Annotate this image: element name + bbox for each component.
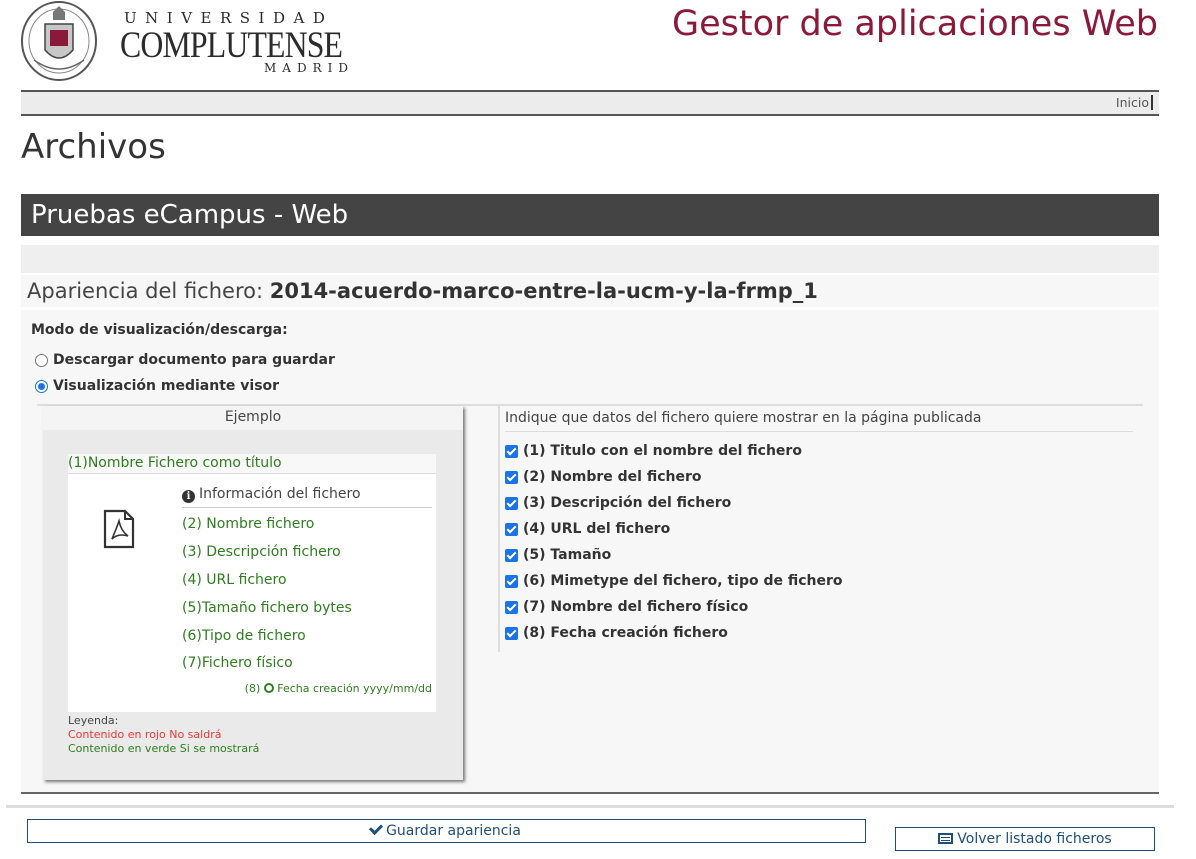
pdf-file-icon bbox=[103, 509, 135, 549]
info-icon: i bbox=[182, 490, 195, 503]
option-label: (3) Descripción del fichero bbox=[523, 495, 732, 511]
university-seal-icon bbox=[21, 1, 97, 81]
checkbox[interactable] bbox=[505, 444, 518, 458]
option-physical-name[interactable]: (7) Nombre del fichero físico bbox=[505, 599, 748, 615]
mode-option-download[interactable]: Descargar documento para guardar bbox=[35, 352, 335, 368]
example-date-prefix: (8) bbox=[244, 682, 261, 695]
checkbox[interactable] bbox=[505, 600, 518, 614]
example-title: Ejemplo bbox=[43, 406, 463, 430]
display-options: Indique que datos del fichero quiere mos… bbox=[498, 406, 1138, 652]
checkbox[interactable] bbox=[505, 496, 518, 510]
file-appearance-heading: Apariencia del fichero: 2014-acuerdo-mar… bbox=[21, 275, 1159, 307]
option-label: (5) Tamaño bbox=[523, 547, 612, 563]
legend-green: Contenido en verde Si se mostrará bbox=[68, 742, 260, 755]
logo-text-madrid: MADRID bbox=[264, 61, 354, 75]
app-title: Gestor de aplicaciones Web bbox=[672, 4, 1158, 44]
checkbox[interactable] bbox=[505, 522, 518, 536]
checkbox[interactable] bbox=[505, 470, 518, 484]
checkbox[interactable] bbox=[505, 548, 518, 562]
legend-title: Leyenda: bbox=[68, 714, 119, 727]
example-preview: Ejemplo (1)Nombre Fichero como título iI… bbox=[43, 406, 463, 780]
info-heading: i Información del fichero bbox=[182, 486, 432, 508]
legend-red: Contenido en rojo No saldrá bbox=[68, 728, 222, 741]
file-appearance-label: Apariencia del fichero: bbox=[27, 279, 264, 303]
list-icon bbox=[938, 833, 954, 844]
appearance-panel: Modo de visualización/descarga: Descarga… bbox=[21, 310, 1159, 794]
save-appearance-label: Guardar apariencia bbox=[386, 823, 521, 839]
option-url[interactable]: (4) URL del fichero bbox=[505, 521, 670, 537]
clock-icon bbox=[263, 683, 274, 693]
option-label: (2) Nombre del fichero bbox=[523, 469, 702, 485]
option-creation-date[interactable]: (8) Fecha creación fichero bbox=[505, 625, 728, 641]
option-label: (8) Fecha creación fichero bbox=[523, 625, 728, 641]
example-field: (4) URL fichero bbox=[182, 572, 287, 588]
example-name-title: (1)Nombre Fichero como título bbox=[68, 454, 436, 474]
mode-option-download-label: Descargar documento para guardar bbox=[53, 352, 335, 368]
option-label: (7) Nombre del fichero físico bbox=[523, 599, 749, 615]
save-appearance-button[interactable]: Guardar apariencia bbox=[27, 819, 866, 843]
site-name-bar: Pruebas eCampus - Web bbox=[21, 194, 1159, 236]
radio-download[interactable] bbox=[35, 353, 48, 367]
example-field: (3) Descripción fichero bbox=[182, 544, 341, 560]
radio-viewer[interactable] bbox=[35, 379, 48, 393]
option-label: (1) Titulo con el nombre del fichero bbox=[523, 443, 802, 459]
example-field: (2) Nombre fichero bbox=[182, 516, 315, 532]
example-field: (6)Tipo de fichero bbox=[182, 628, 306, 644]
info-heading-label: Información del fichero bbox=[199, 486, 361, 502]
ucm-logo[interactable]: UNIVERSIDAD COMPLUTENSE MADRID bbox=[20, 0, 350, 82]
checkbox[interactable] bbox=[505, 574, 518, 588]
example-field: (5)Tamaño fichero bytes bbox=[182, 600, 352, 616]
example-date: (8) Fecha creación yyyy/mm/dd bbox=[245, 682, 432, 695]
example-field: (7)Fichero físico bbox=[182, 655, 293, 671]
display-options-heading: Indique que datos del fichero quiere mos… bbox=[505, 410, 1133, 432]
option-name[interactable]: (2) Nombre del fichero bbox=[505, 469, 701, 485]
option-label: (6) Mimetype del fichero, tipo de ficher… bbox=[523, 573, 843, 589]
option-mimetype[interactable]: (6) Mimetype del fichero, tipo de ficher… bbox=[505, 573, 843, 589]
option-title[interactable]: (1) Titulo con el nombre del fichero bbox=[505, 443, 802, 459]
example-date-label: Fecha creación yyyy/mm/dd bbox=[277, 682, 432, 695]
mode-option-viewer-label: Visualización mediante visor bbox=[53, 378, 280, 394]
example-card: (1)Nombre Fichero como título i Informaci… bbox=[68, 454, 436, 712]
spacer-strip bbox=[21, 245, 1159, 273]
check-icon bbox=[369, 820, 384, 836]
page-title: Archivos bbox=[21, 127, 166, 167]
back-to-files-label: Volver listado ficheros bbox=[957, 831, 1112, 847]
checkbox[interactable] bbox=[505, 626, 518, 640]
bottom-divider bbox=[6, 805, 1174, 808]
mode-label: Modo de visualización/descarga: bbox=[31, 322, 288, 338]
legend: Leyenda: Contenido en rojo No saldrá Con… bbox=[68, 714, 259, 756]
file-name: 2014-acuerdo-marco-entre-la-ucm-y-la-frm… bbox=[269, 279, 818, 303]
option-size[interactable]: (5) Tamaño bbox=[505, 547, 611, 563]
mode-option-viewer[interactable]: Visualización mediante visor bbox=[35, 378, 279, 394]
back-to-files-button[interactable]: Volver listado ficheros bbox=[895, 827, 1155, 851]
top-nav-bar: Inicio bbox=[21, 90, 1159, 116]
home-link[interactable]: Inicio bbox=[1116, 95, 1153, 110]
option-description[interactable]: (3) Descripción del fichero bbox=[505, 495, 731, 511]
option-label: (4) URL del fichero bbox=[523, 521, 671, 537]
